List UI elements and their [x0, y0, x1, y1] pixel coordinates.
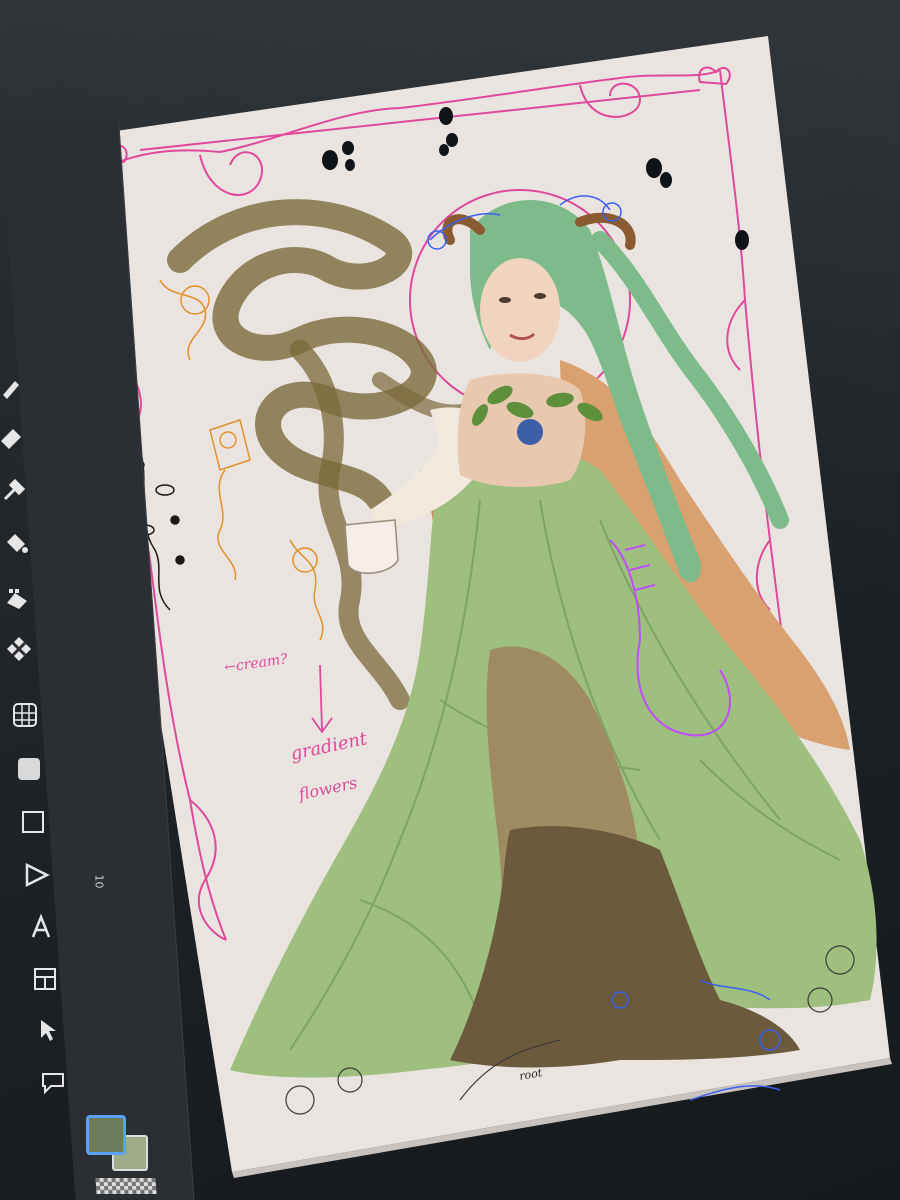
left-toolbar: 10: [0, 120, 195, 1200]
tablet-screen: ←cream? gradient flowers root 10: [0, 0, 900, 1200]
grid-tool[interactable]: [8, 698, 42, 732]
triangle-icon: [25, 862, 50, 888]
speech-balloon-tool[interactable]: [36, 1065, 70, 1099]
cursor-icon: [41, 1020, 56, 1041]
ruler-label: 10: [92, 874, 106, 889]
face: [480, 258, 560, 362]
square-outline-icon: [22, 811, 44, 833]
cup: [344, 519, 399, 574]
blend-icon: [7, 637, 31, 661]
eyedropper-tool[interactable]: [0, 472, 30, 506]
bucket-icon: [7, 534, 28, 553]
foreground-color-swatch[interactable]: [86, 1115, 126, 1155]
text-a-icon: [31, 913, 51, 938]
eraser-icon: [1, 429, 21, 449]
fill-tool[interactable]: [0, 525, 32, 559]
speech-icon: [42, 1073, 64, 1095]
brush-tool[interactable]: [0, 370, 28, 404]
eyedropper-icon: [3, 478, 26, 501]
rounded-square-icon: [18, 758, 40, 780]
blend-tool[interactable]: [2, 632, 36, 666]
selection-tool[interactable]: [16, 805, 50, 839]
blue-flower: [517, 419, 543, 445]
lasso-tool[interactable]: [20, 858, 54, 892]
frame-tool[interactable]: [28, 962, 62, 996]
gradient-fill-tool[interactable]: [0, 580, 34, 614]
eraser-tool[interactable]: [0, 420, 28, 454]
transparent-color-swatch[interactable]: [95, 1178, 157, 1194]
text-tool[interactable]: [24, 910, 58, 944]
grid-icon: [13, 703, 37, 727]
gradient-icon: [7, 589, 27, 609]
shape-tool[interactable]: [12, 752, 46, 786]
brush-icon: [3, 381, 19, 399]
frame-icon: [34, 968, 56, 990]
move-tool[interactable]: [32, 1013, 66, 1047]
